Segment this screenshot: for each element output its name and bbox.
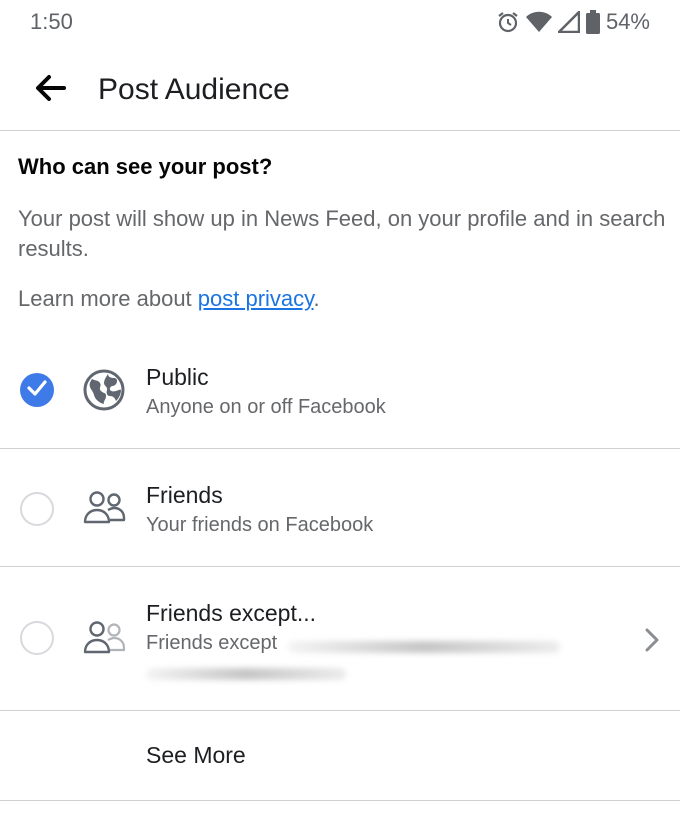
redacted-names bbox=[146, 668, 346, 680]
redacted-names bbox=[288, 641, 560, 653]
radio-public-selected[interactable] bbox=[20, 373, 54, 407]
learn-more-text: Learn more about post privacy. bbox=[18, 284, 320, 314]
learn-more-suffix: . bbox=[313, 286, 320, 311]
divider bbox=[0, 710, 680, 711]
status-time: 1:50 bbox=[30, 9, 73, 34]
see-more-button[interactable]: See More bbox=[146, 742, 246, 769]
back-button[interactable] bbox=[28, 70, 72, 110]
friends-icon bbox=[82, 486, 126, 530]
option-subtitle: Friends except bbox=[146, 632, 278, 654]
audience-option-friends-except[interactable]: Friends except... Friends except bbox=[0, 596, 680, 708]
divider bbox=[0, 448, 680, 449]
status-icons: 54% bbox=[496, 8, 650, 36]
checkmark-icon bbox=[27, 379, 47, 401]
option-title: Friends bbox=[146, 482, 223, 508]
option-subtitle: Anyone on or off Facebook bbox=[146, 396, 386, 418]
divider bbox=[0, 800, 680, 801]
battery-icon bbox=[585, 10, 600, 34]
option-subtitle: Your friends on Facebook bbox=[146, 514, 374, 536]
friends-except-icon bbox=[82, 616, 126, 660]
globe-icon bbox=[82, 368, 126, 412]
radio-friends-except[interactable] bbox=[20, 621, 54, 655]
alarm-icon bbox=[496, 10, 520, 34]
wifi-icon bbox=[525, 11, 552, 33]
audience-option-public[interactable]: Public Anyone on or off Facebook bbox=[0, 360, 680, 448]
radio-friends[interactable] bbox=[20, 492, 54, 526]
back-arrow-icon bbox=[34, 74, 66, 107]
learn-more-prefix: Learn more about bbox=[18, 286, 198, 311]
post-privacy-link[interactable]: post privacy bbox=[198, 286, 314, 311]
audience-option-friends[interactable]: Friends Your friends on Facebook bbox=[0, 478, 680, 566]
option-title: Public bbox=[146, 364, 209, 390]
section-description: Your post will show up in News Feed, on … bbox=[18, 206, 666, 261]
status-bar: 1:50 54% bbox=[0, 0, 680, 44]
section-question: Who can see your post? bbox=[18, 154, 273, 179]
divider bbox=[0, 566, 680, 567]
signal-icon bbox=[557, 11, 580, 33]
app-header: Post Audience bbox=[0, 56, 680, 131]
option-title: Friends except... bbox=[146, 600, 317, 626]
page-title: Post Audience bbox=[98, 73, 290, 106]
chevron-right-icon[interactable] bbox=[640, 626, 664, 654]
battery-percent: 54% bbox=[605, 9, 650, 34]
